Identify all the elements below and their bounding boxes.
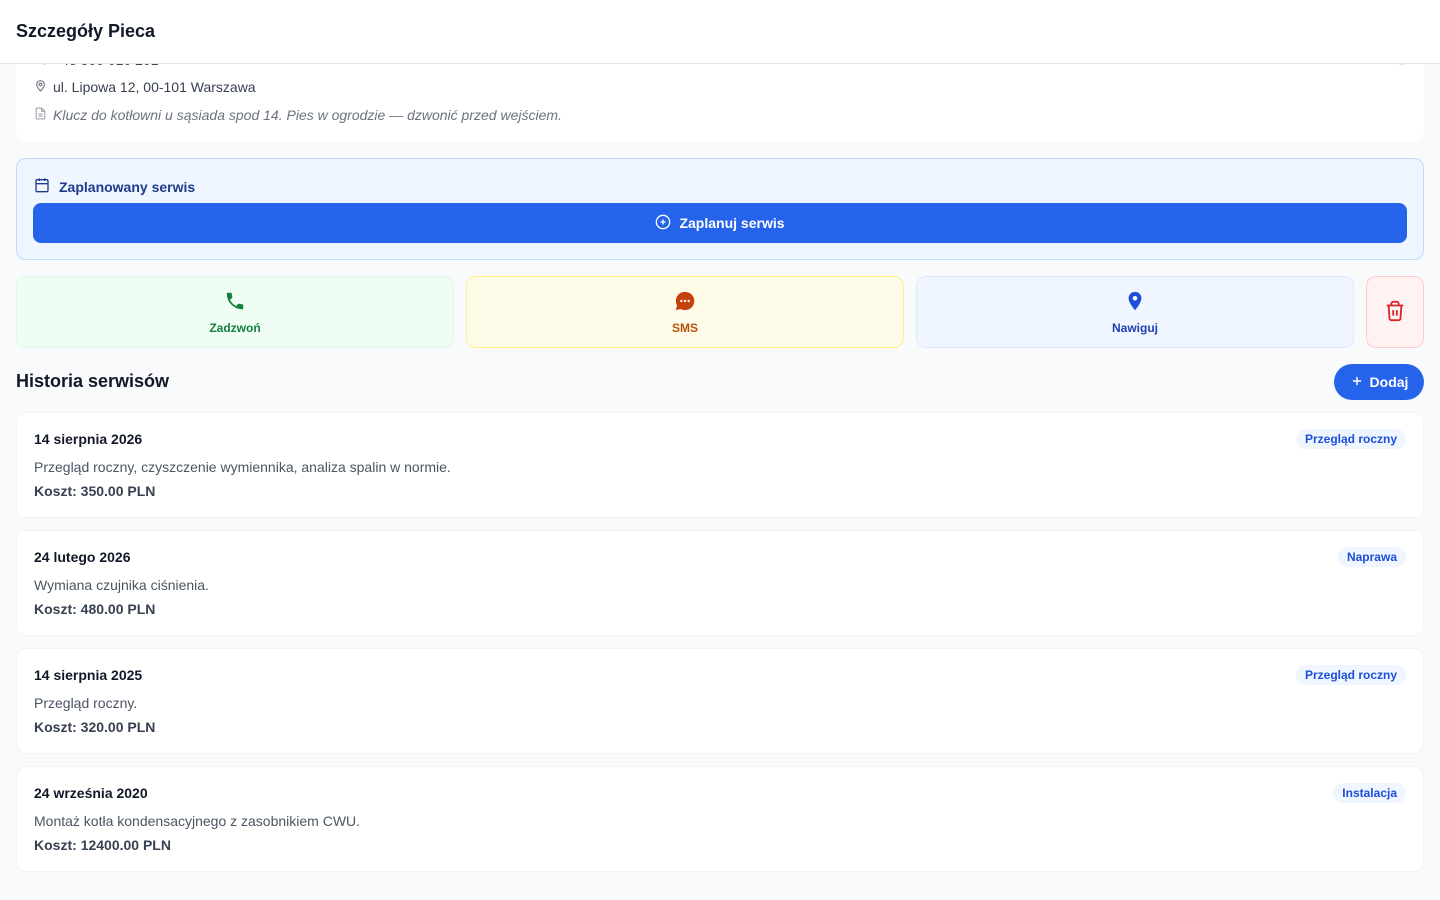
scheduled-service-header: Zaplanowany serwis	[34, 177, 195, 196]
navigate-label: Nawiguj	[1111, 320, 1158, 335]
entry-date: 24 września 2020	[34, 785, 148, 801]
cost-prefix: Koszt:	[34, 483, 77, 499]
contact-note-row: Klucz do kotłowni u sąsiada spod 14. Pie…	[34, 107, 562, 123]
entry-cost-line: Koszt: 480.00 PLN	[34, 601, 155, 617]
add-service-label: Dodaj	[1369, 374, 1409, 390]
scheduled-service-card: Zaplanowany serwis Zaplanuj serwis	[16, 158, 1424, 260]
scheduled-service-title: Zaplanowany serwis	[59, 178, 196, 195]
plus-icon	[1350, 374, 1364, 391]
call-button[interactable]: Zadzwoń	[16, 276, 454, 348]
entry-cost: 350.00 PLN	[80, 483, 156, 499]
delete-button[interactable]	[1366, 276, 1424, 348]
cost-prefix: Koszt:	[34, 601, 77, 617]
history-entry[interactable]: 24 września 2020 Instalacja Montaż kotła…	[16, 766, 1424, 872]
plus-circle-icon	[655, 214, 671, 233]
entry-description: Przegląd roczny, czyszczenie wymiennika,…	[34, 459, 451, 475]
note-icon	[34, 107, 47, 123]
add-service-button[interactable]: Dodaj	[1334, 364, 1424, 400]
entry-type-badge: Instalacja	[1333, 783, 1406, 803]
trash-icon	[1384, 300, 1406, 325]
history-entry[interactable]: 14 sierpnia 2026 Przegląd roczny Przeglą…	[16, 412, 1424, 518]
app-header: Szczegóły Pieca	[0, 0, 1440, 64]
sms-label: SMS	[671, 320, 698, 335]
scroll-container[interactable]: +48 500 010 201 ul. Lipowa 12, 00-101 Wa…	[0, 0, 1440, 900]
entry-cost-line: Koszt: 350.00 PLN	[34, 483, 155, 499]
history-entry[interactable]: 14 sierpnia 2025 Przegląd roczny Przeglą…	[16, 648, 1424, 754]
entry-description: Montaż kotła kondensacyjnego z zasobniki…	[34, 813, 361, 829]
entry-description: Przegląd roczny.	[34, 695, 138, 711]
map-pin-icon	[1124, 290, 1146, 315]
entry-type-badge: Przegląd roczny	[1295, 665, 1406, 685]
chat-bubble-icon	[674, 290, 696, 315]
entry-date: 24 lutego 2026	[34, 549, 131, 565]
entry-cost: 12400.00 PLN	[80, 837, 171, 853]
plan-service-label: Zaplanuj serwis	[679, 215, 785, 231]
contact-address: ul. Lipowa 12, 00-101 Warszawa	[53, 79, 256, 95]
entry-type-badge: Naprawa	[1337, 547, 1406, 567]
history-title: Historia serwisów	[16, 371, 170, 391]
entry-cost-line: Koszt: 12400.00 PLN	[34, 837, 171, 853]
entry-date: 14 sierpnia 2025	[34, 667, 143, 683]
entry-date: 14 sierpnia 2026	[34, 431, 143, 447]
call-label: Zadzwoń	[209, 320, 261, 335]
contact-address-row: ul. Lipowa 12, 00-101 Warszawa	[34, 79, 256, 95]
entry-cost-line: Koszt: 320.00 PLN	[34, 719, 155, 735]
entry-cost: 480.00 PLN	[80, 601, 156, 617]
calendar-icon	[34, 177, 50, 196]
page-title: Szczegóły Pieca	[16, 21, 156, 41]
entry-cost: 320.00 PLN	[80, 719, 156, 735]
sms-button[interactable]: SMS	[466, 276, 904, 348]
plan-service-button[interactable]: Zaplanuj serwis	[33, 203, 1407, 243]
cost-prefix: Koszt:	[34, 837, 77, 853]
entry-description: Wymiana czujnika ciśnienia.	[34, 577, 209, 593]
history-entry[interactable]: 24 lutego 2026 Naprawa Wymiana czujnika …	[16, 530, 1424, 636]
phone-icon	[224, 290, 246, 315]
map-pin-icon	[34, 79, 47, 95]
entry-type-badge: Przegląd roczny	[1295, 429, 1406, 449]
navigate-button[interactable]: Nawiguj	[916, 276, 1354, 348]
cost-prefix: Koszt:	[34, 719, 77, 735]
contact-note: Klucz do kotłowni u sąsiada spod 14. Pie…	[53, 107, 562, 123]
